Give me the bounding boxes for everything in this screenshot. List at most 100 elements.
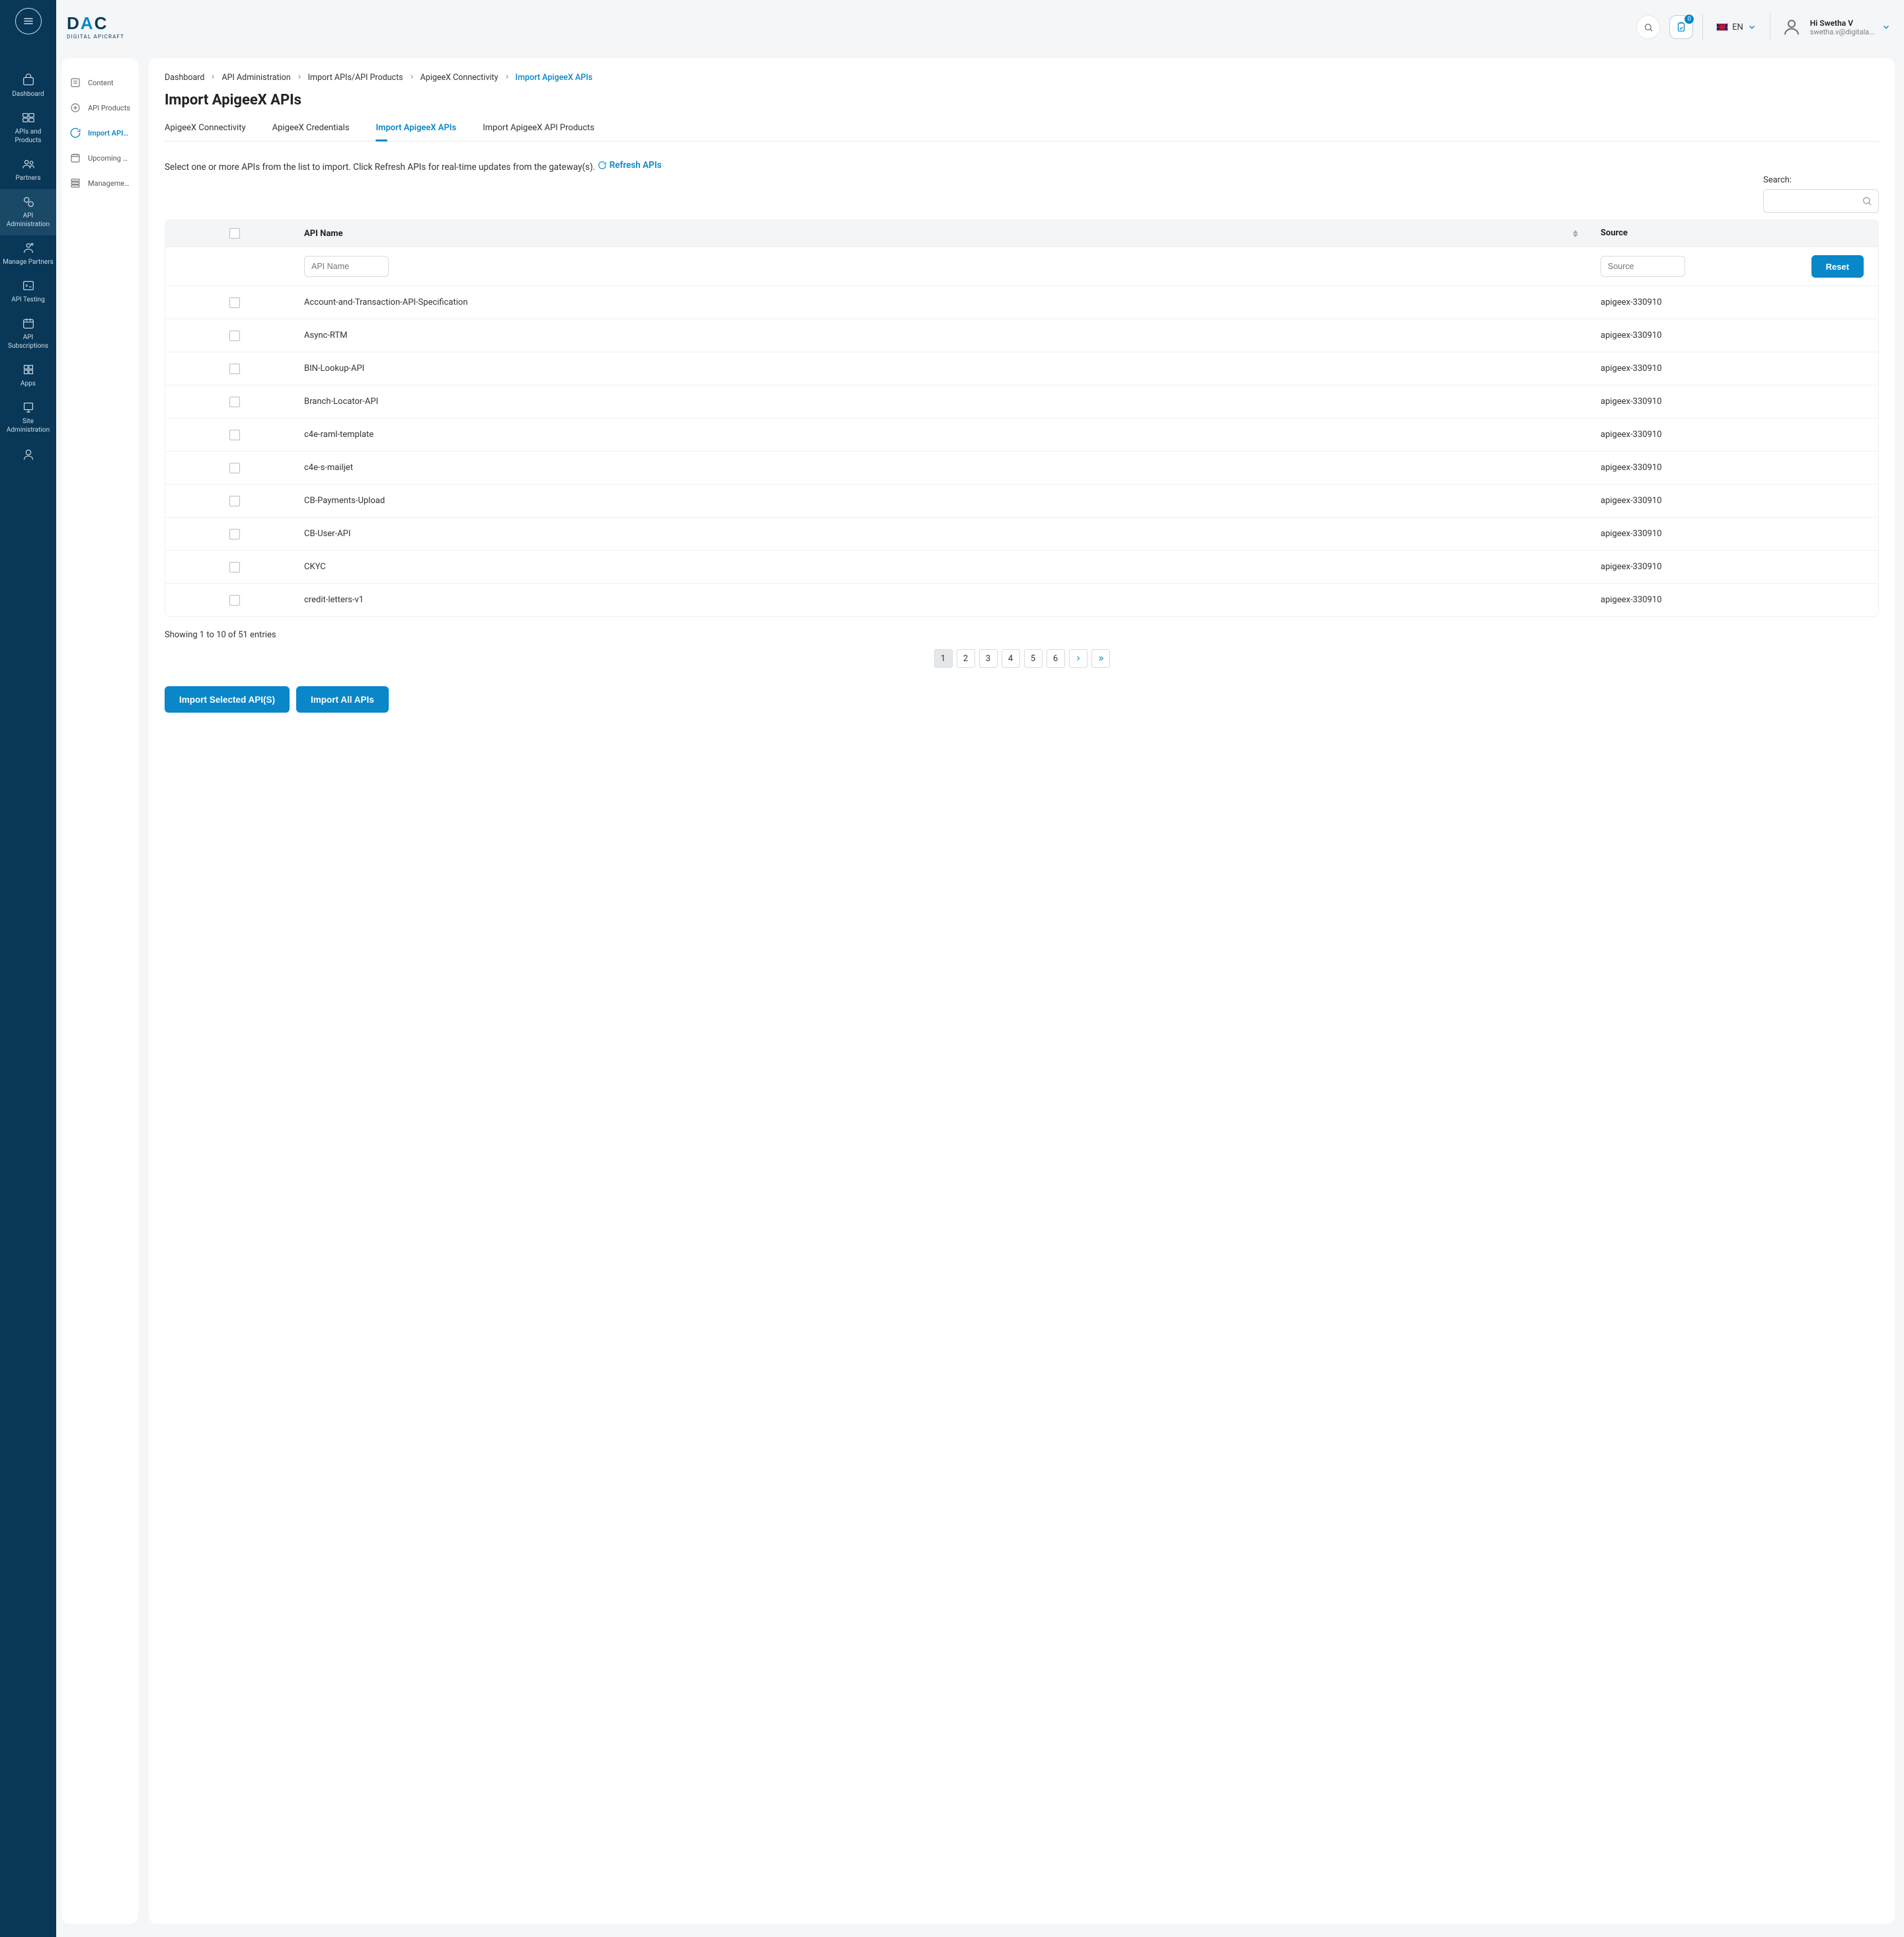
page-1[interactable]: 1: [934, 649, 953, 668]
page-6[interactable]: 6: [1047, 649, 1065, 668]
refresh-icon: [598, 161, 607, 170]
search-button[interactable]: [1636, 15, 1660, 39]
tab-apigeex-credentials[interactable]: ApigeeX Credentials: [272, 123, 350, 141]
crumb-dashboard[interactable]: Dashboard: [165, 73, 204, 83]
secnav-import-apis[interactable]: Import APIs / ...: [61, 120, 138, 145]
api-products-icon: [69, 102, 81, 114]
table-row: credit-letters-v1apigeex-330910: [165, 583, 1878, 616]
chevron-right-icon: [296, 73, 303, 83]
pagination: 123456: [165, 649, 1879, 668]
primary-sidebar: Dashboard APIs and Products Partners API…: [0, 0, 56, 1937]
crumb-api-admin[interactable]: API Administration: [221, 73, 290, 83]
nav-dashboard[interactable]: Dashboard: [0, 67, 56, 105]
cell-api-name: CB-Payments-Upload: [304, 496, 1601, 506]
divider: [1702, 14, 1703, 40]
row-checkbox[interactable]: [229, 430, 240, 440]
upcoming-icon: [69, 152, 81, 164]
row-checkbox[interactable]: [229, 595, 240, 606]
table-row: CB-User-APIapigeex-330910: [165, 517, 1878, 550]
reset-button[interactable]: Reset: [1811, 255, 1864, 278]
page-3[interactable]: 3: [979, 649, 998, 668]
tabs: ApigeeX Connectivity ApigeeX Credentials I…: [165, 123, 1879, 141]
nav-label: Manage Partners: [3, 258, 54, 266]
nav-api-subscriptions[interactable]: API Subscriptions: [0, 311, 56, 357]
import-icon: [69, 127, 81, 139]
secnav-management[interactable]: Management A...: [61, 171, 138, 196]
cell-source: apigeex-330910: [1601, 297, 1878, 307]
nav-profile[interactable]: [0, 442, 56, 471]
site-admin-icon: [3, 400, 54, 415]
page-last[interactable]: [1091, 649, 1110, 668]
nav-label: API Testing: [3, 296, 54, 304]
row-checkbox[interactable]: [229, 297, 240, 308]
row-checkbox[interactable]: [229, 397, 240, 407]
filter-source-input[interactable]: [1601, 256, 1685, 277]
page-4[interactable]: 4: [1002, 649, 1020, 668]
page-5[interactable]: 5: [1024, 649, 1043, 668]
avatar-icon: [1780, 15, 1804, 39]
notifications-button[interactable]: 0: [1669, 15, 1693, 39]
cell-source: apigeex-330910: [1601, 331, 1878, 340]
api-testing-icon: [3, 278, 54, 293]
row-checkbox[interactable]: [229, 331, 240, 341]
secnav-label: Content: [88, 79, 114, 87]
tab-import-apigeex-api-products[interactable]: Import ApigeeX API Products: [483, 123, 594, 141]
row-checkbox[interactable]: [229, 463, 240, 473]
language-selector[interactable]: EN: [1712, 22, 1761, 32]
menu-toggle-button[interactable]: [15, 8, 42, 34]
profile-icon: [3, 448, 54, 462]
secnav-upcoming-api[interactable]: Upcoming API ...: [61, 145, 138, 171]
chevron-down-icon: [1882, 22, 1891, 32]
secnav-label: API Products: [88, 104, 130, 112]
table-row: CB-Payments-Uploadapigeex-330910: [165, 484, 1878, 517]
nav-apis-products[interactable]: APIs and Products: [0, 105, 56, 151]
secnav-api-products[interactable]: API Products: [61, 95, 138, 120]
nav-manage-partners[interactable]: Manage Partners: [0, 235, 56, 273]
import-all-button[interactable]: Import All APIs: [296, 686, 389, 713]
sort-icon[interactable]: [1573, 230, 1594, 237]
cell-source: apigeex-330910: [1601, 595, 1878, 605]
nav-api-administration[interactable]: API Administration: [0, 189, 56, 235]
row-checkbox[interactable]: [229, 529, 240, 539]
secnav-content[interactable]: Content: [61, 70, 138, 95]
uk-flag-icon: [1716, 23, 1728, 31]
cell-source: apigeex-330910: [1601, 430, 1878, 440]
brand-sub: DIGITAL APICRAFT: [67, 34, 124, 40]
apis-products-icon: [3, 110, 54, 125]
select-all-checkbox[interactable]: [229, 228, 240, 239]
filter-api-name-input[interactable]: [304, 256, 389, 277]
nav-partners[interactable]: Partners: [0, 151, 56, 189]
user-menu[interactable]: Hi Swetha V swetha.v@digitala...: [1780, 15, 1891, 39]
api-table: API Name Source Reset Account-and-Tr: [165, 219, 1879, 617]
cell-api-name: CB-User-API: [304, 529, 1601, 539]
table-row: c4e-raml-templateapigeex-330910: [165, 418, 1878, 451]
page-next[interactable]: [1069, 649, 1088, 668]
search-icon: [1644, 22, 1653, 32]
header-source[interactable]: Source: [1601, 228, 1628, 238]
table-row: c4e-s-mailjetapigeex-330910: [165, 451, 1878, 484]
tab-import-apigeex-apis[interactable]: Import ApigeeX APIs: [376, 123, 456, 141]
cell-source: apigeex-330910: [1601, 397, 1878, 407]
import-selected-button[interactable]: Import Selected API(S): [165, 686, 290, 713]
user-email: swetha.v@digitala...: [1810, 28, 1875, 36]
nav-site-administration[interactable]: Site Administration: [0, 395, 56, 441]
page-2[interactable]: 2: [957, 649, 975, 668]
row-checkbox[interactable]: [229, 364, 240, 374]
header-api-name[interactable]: API Name: [304, 229, 343, 239]
row-checkbox[interactable]: [229, 562, 240, 573]
nav-api-testing[interactable]: API Testing: [0, 273, 56, 311]
refresh-apis-link[interactable]: Refresh APIs: [598, 160, 662, 171]
management-icon: [69, 177, 81, 189]
tab-apigeex-connectivity[interactable]: ApigeeX Connectivity: [165, 123, 246, 141]
row-checkbox[interactable]: [229, 496, 240, 506]
nav-apps[interactable]: Apps: [0, 357, 56, 395]
page-panel: Dashboard API Administration Import APIs…: [149, 58, 1895, 1924]
table-header: API Name Source: [165, 220, 1878, 247]
cell-api-name: credit-letters-v1: [304, 595, 1601, 605]
user-greeting: Hi Swetha V: [1810, 19, 1875, 28]
nav-label: API Subscriptions: [3, 333, 54, 350]
crumb-apigeex-conn[interactable]: ApigeeX Connectivity: [420, 73, 498, 83]
table-row: BIN-Lookup-APIapigeex-330910: [165, 352, 1878, 385]
crumb-import-apis[interactable]: Import APIs/API Products: [308, 73, 403, 83]
cell-api-name: Async-RTM: [304, 331, 1601, 340]
